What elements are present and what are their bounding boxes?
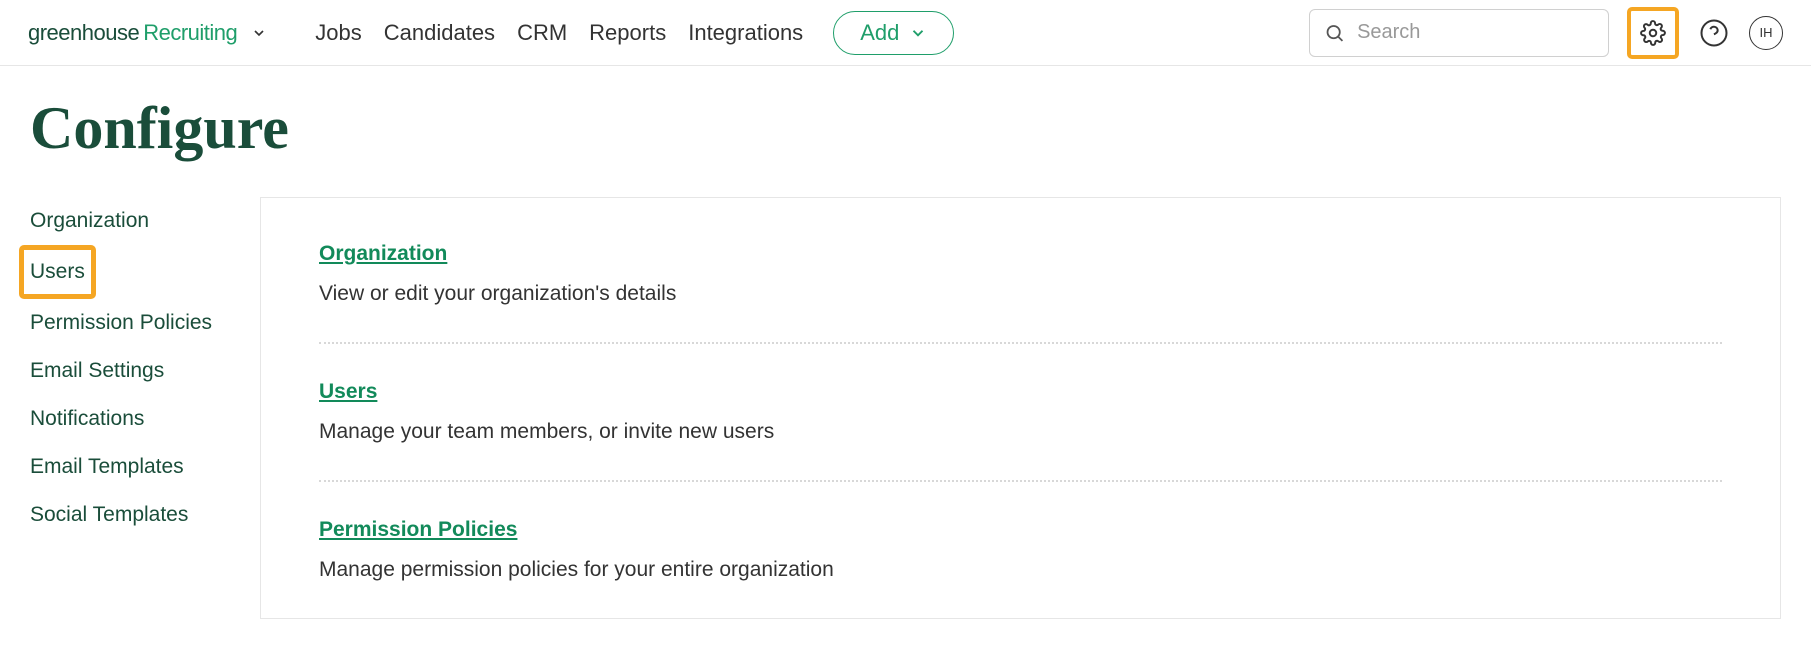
gear-icon [1640, 20, 1666, 46]
chevron-down-icon [909, 24, 927, 42]
sidebar-item-email-templates[interactable]: Email Templates [30, 443, 260, 491]
avatar[interactable]: IH [1749, 16, 1783, 50]
nav-jobs[interactable]: Jobs [315, 20, 361, 46]
logo-text-recruiting: Recruiting [143, 20, 237, 46]
sidebar-item-label: Users [30, 260, 85, 283]
settings-button[interactable] [1637, 16, 1669, 50]
sidebar-item-permission-policies[interactable]: Permission Policies [30, 299, 260, 347]
content: Organization Users Permission Policies E… [0, 177, 1811, 619]
nav-candidates[interactable]: Candidates [384, 20, 495, 46]
search-input[interactable] [1357, 21, 1594, 44]
help-button[interactable] [1697, 16, 1731, 50]
search-icon [1324, 21, 1345, 45]
sidebar-item-label: Organization [30, 209, 149, 232]
logo-text-greenhouse: greenhouse [28, 20, 139, 46]
sidebar-item-label: Email Templates [30, 455, 184, 478]
nav-reports[interactable]: Reports [589, 20, 666, 46]
sidebar-item-label: Permission Policies [30, 311, 212, 334]
avatar-initials: IH [1760, 25, 1773, 40]
topbar-right: IH [1309, 7, 1783, 59]
section-link-permission-policies[interactable]: Permission Policies [319, 518, 517, 542]
add-button[interactable]: Add [833, 11, 954, 55]
sidebar: Organization Users Permission Policies E… [30, 197, 260, 619]
section-permission-policies: Permission Policies Manage permission po… [319, 518, 1722, 618]
section-desc: Manage permission policies for your enti… [319, 558, 1722, 582]
section-link-users[interactable]: Users [319, 380, 377, 404]
help-icon [1699, 18, 1729, 48]
topbar: greenhouse Recruiting Jobs Candidates CR… [0, 0, 1811, 66]
page-title: Configure [0, 66, 1811, 177]
sidebar-item-label: Email Settings [30, 359, 164, 382]
section-users: Users Manage your team members, or invit… [319, 380, 1722, 482]
sidebar-item-label: Social Templates [30, 503, 188, 526]
sidebar-item-email-settings[interactable]: Email Settings [30, 347, 260, 395]
search-box[interactable] [1309, 9, 1609, 57]
chevron-down-icon [251, 25, 267, 41]
settings-button-highlight [1627, 7, 1679, 59]
nav-integrations[interactable]: Integrations [688, 20, 803, 46]
sidebar-item-notifications[interactable]: Notifications [30, 395, 260, 443]
sidebar-item-label: Notifications [30, 407, 144, 430]
main-nav: Jobs Candidates CRM Reports Integrations [315, 20, 803, 46]
sidebar-item-users[interactable]: Users [19, 245, 96, 299]
sidebar-item-organization[interactable]: Organization [30, 197, 260, 245]
logo[interactable]: greenhouse Recruiting [28, 20, 267, 46]
section-desc: View or edit your organization's details [319, 282, 1722, 306]
nav-crm[interactable]: CRM [517, 20, 567, 46]
section-organization: Organization View or edit your organizat… [319, 242, 1722, 344]
section-link-organization[interactable]: Organization [319, 242, 447, 266]
add-button-label: Add [860, 20, 899, 46]
sidebar-item-social-templates[interactable]: Social Templates [30, 491, 260, 539]
section-desc: Manage your team members, or invite new … [319, 420, 1722, 444]
main-panel: Organization View or edit your organizat… [260, 197, 1781, 619]
